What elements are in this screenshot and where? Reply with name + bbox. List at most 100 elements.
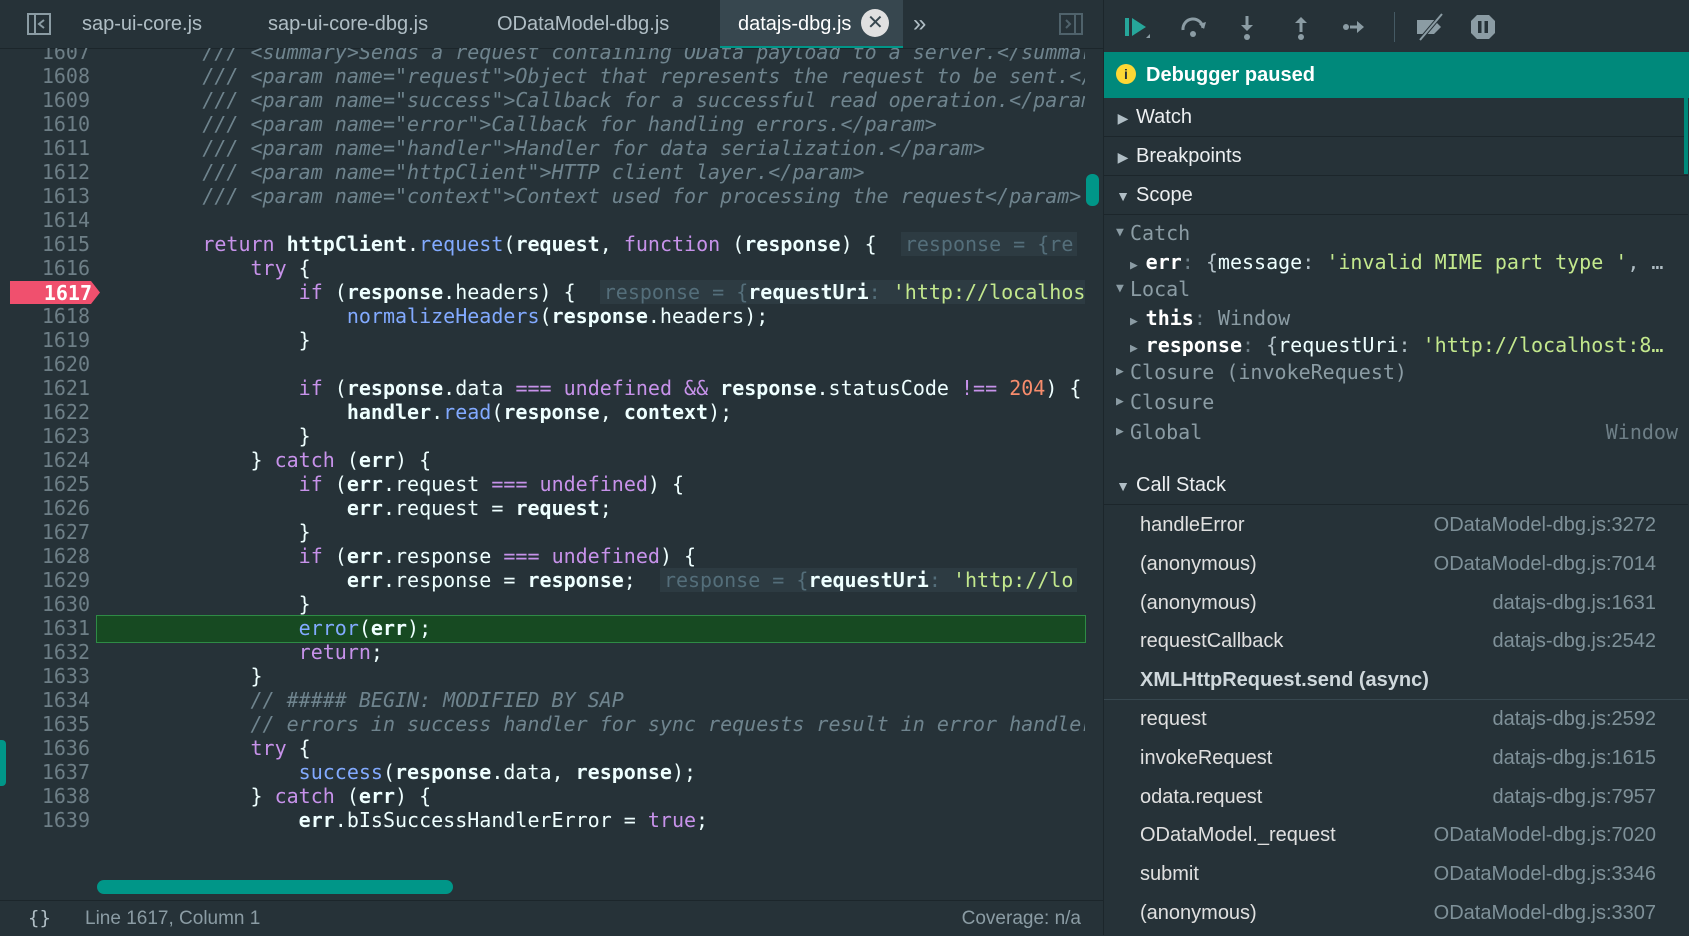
code-line[interactable]: 1625 if (err.request === undefined) { [0,472,1103,498]
code-line[interactable]: 1614 [0,208,1103,234]
tab-odatamodel-dbg[interactable]: ODataModel-dbg.js [497,0,669,48]
scope-variable[interactable]: ▶ err: {message: 'invalid MIME part type… [1104,247,1688,277]
code-line[interactable]: 1611 /// <param name="handler">Handler f… [0,136,1103,162]
pretty-print-icon[interactable]: {} [28,901,51,936]
line-number[interactable]: 1610 [0,112,90,138]
line-number[interactable]: 1629 [0,568,90,594]
line-number[interactable]: 1620 [0,352,90,378]
line-number[interactable]: 1622 [0,400,90,426]
code-line[interactable]: 1616 try { [0,256,1103,282]
code-line[interactable]: 1628 if (err.response === undefined) { [0,544,1103,570]
line-number[interactable]: 1614 [0,208,90,234]
line-number[interactable]: 1634 [0,688,90,714]
code-line[interactable]: 1617 if (response.headers) { response = … [0,280,1103,306]
line-number[interactable]: 1628 [0,544,90,570]
call-stack-frame[interactable]: submit ODataModel-dbg.js:3346 [1104,855,1688,893]
line-number[interactable]: 1619 [0,328,90,354]
code-line[interactable]: 1631 error(err); [0,615,1103,643]
line-number[interactable]: 1608 [0,64,90,90]
section-scope[interactable]: ▼ Scope [1104,176,1688,215]
call-stack-frame[interactable]: (anonymous) ODataModel-dbg.js:3307 [1104,894,1688,932]
line-number[interactable]: 1633 [0,664,90,690]
code-line[interactable]: 1639 err.bIsSuccessHandlerError = true; [0,808,1103,834]
tab-sap-ui-core-dbg[interactable]: sap-ui-core-dbg.js [268,0,428,48]
line-number[interactable]: 1627 [0,520,90,546]
code-line[interactable]: 1608 /// <param name="request">Object th… [0,64,1103,90]
code-line[interactable]: 1613 /// <param name="context">Context u… [0,184,1103,210]
line-number[interactable]: 1632 [0,640,90,666]
call-stack-frame[interactable]: requestCallback datajs-dbg.js:2542 [1104,622,1688,660]
call-stack-frame[interactable]: odata.request datajs-dbg.js:7957 [1104,778,1688,816]
line-number[interactable]: 1618 [0,304,90,330]
step-into-icon[interactable] [1232,12,1262,42]
scope-variable[interactable]: ▶ response: {requestUri: 'http://localho… [1104,330,1688,360]
code-line[interactable]: 1610 /// <param name="error">Callback fo… [0,112,1103,138]
code-line[interactable]: 1618 normalizeHeaders(response.headers); [0,304,1103,330]
line-number[interactable]: 1637 [0,760,90,786]
call-stack-frame[interactable]: (anonymous) ODataModel-dbg.js:7014 [1104,545,1688,583]
line-number[interactable]: 1612 [0,160,90,186]
line-number[interactable]: 1611 [0,136,90,162]
line-number[interactable]: 1609 [0,88,90,114]
code-line[interactable]: 1622 handler.read(response, context); [0,400,1103,426]
code-line[interactable]: 1630 } [0,592,1103,618]
code-line[interactable]: 1634 // ##### BEGIN: MODIFIED BY SAP [0,688,1103,714]
line-number[interactable]: 1621 [0,376,90,402]
close-icon[interactable]: ✕ [861,8,890,37]
call-stack-frame[interactable]: ODataModel._request ODataModel-dbg.js:702… [1104,816,1688,854]
line-number[interactable]: 1639 [0,808,90,834]
call-stack-frame[interactable]: request datajs-dbg.js:2592 [1104,700,1688,738]
step-over-icon[interactable] [1178,12,1208,42]
tab-sap-ui-core[interactable]: sap-ui-core.js [82,0,202,48]
code-line[interactable]: 1633 } [0,664,1103,690]
deactivate-breakpoints-icon[interactable] [1414,12,1444,42]
section-breakpoints[interactable]: ▶ Breakpoints [1104,137,1688,176]
code-line[interactable]: 1627 } [0,520,1103,546]
line-number[interactable]: 1624 [0,448,90,474]
code-line[interactable]: 1635 // errors in success handler for sy… [0,712,1103,738]
toggle-debugger-icon[interactable] [1058,0,1084,48]
code-line[interactable]: 1623 } [0,424,1103,450]
scope-group[interactable]: ▶ Closure [1104,387,1688,417]
step-out-icon[interactable] [1286,12,1316,42]
line-number[interactable]: 1623 [0,424,90,450]
code-line[interactable]: 1632 return; [0,640,1103,666]
line-number[interactable]: 1615 [0,232,90,258]
code-line[interactable]: 1621 if (response.data === undefined && … [0,376,1103,402]
call-stack-frame[interactable]: handleError ODataModel-dbg.js:3272 [1104,506,1688,544]
section-watch[interactable]: ▶ Watch [1104,98,1688,137]
code-line[interactable]: 1629 err.response = response; response =… [0,568,1103,594]
line-number[interactable]: 1625 [0,472,90,498]
pause-on-exceptions-icon[interactable] [1468,12,1498,42]
code-line[interactable]: 1638 } catch (err) { [0,784,1103,810]
code-line[interactable]: 1620 [0,352,1103,378]
breakpoint-marker[interactable]: 1617 [10,281,100,304]
code-line[interactable]: 1609 /// <param name="success">Callback … [0,88,1103,114]
code-line[interactable]: 1624 } catch (err) { [0,448,1103,474]
line-number[interactable]: 1638 [0,784,90,810]
line-number[interactable]: 1616 [0,256,90,282]
scope-variable[interactable]: ▶ this: Window [1104,303,1688,333]
code-view[interactable]: 1607 /// <summary>Sends a request contai… [0,48,1103,880]
section-call-stack[interactable]: ▼ Call Stack [1104,466,1688,505]
call-stack-frame[interactable]: (anonymous) datajs-dbg.js:1631 [1104,584,1688,622]
resume-icon[interactable] [1122,12,1152,42]
line-number[interactable]: 1631 [0,616,90,642]
tab-datajs-dbg[interactable]: datajs-dbg.js ✕ [720,0,904,48]
toggle-navigator-icon[interactable] [26,0,62,48]
line-number[interactable]: 1635 [0,712,90,738]
scope-group[interactable]: ▼ Local [1104,274,1688,304]
chevrons-right-icon[interactable]: » [913,0,926,48]
code-line[interactable]: 1636 try { [0,736,1103,762]
code-line[interactable]: 1615 return httpClient.request(request, … [0,232,1103,258]
scope-group[interactable]: ▶ Global Window [1104,417,1688,447]
code-line[interactable]: 1612 /// <param name="httpClient">HTTP c… [0,160,1103,186]
scope-group[interactable]: ▶ Closure (invokeRequest) [1104,357,1688,387]
step-icon[interactable] [1340,12,1370,42]
line-number[interactable]: 1636 [0,736,90,762]
line-number[interactable]: 1630 [0,592,90,618]
line-number[interactable]: 1626 [0,496,90,522]
call-stack-frame[interactable]: invokeRequest datajs-dbg.js:1615 [1104,739,1688,777]
code-line[interactable]: 1637 success(response.data, response); [0,760,1103,786]
horizontal-scrollbar[interactable] [97,880,453,894]
